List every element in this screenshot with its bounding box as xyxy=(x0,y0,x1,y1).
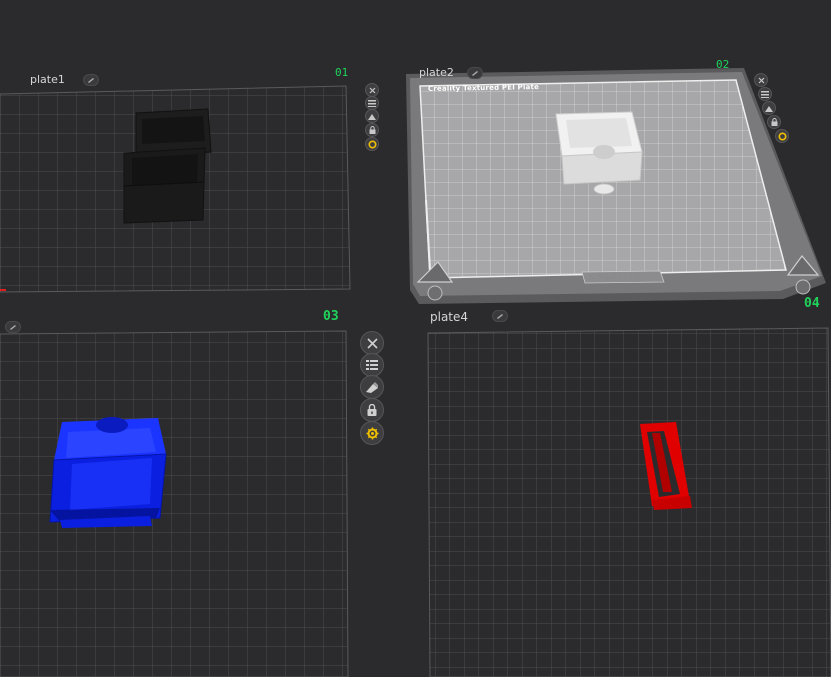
lock-icon[interactable] xyxy=(767,115,781,129)
lock-icon[interactable] xyxy=(360,398,384,422)
plate-1-object[interactable] xyxy=(123,108,212,224)
plate-4-grid xyxy=(428,328,831,677)
plate-4-name[interactable]: plate4 xyxy=(430,310,468,324)
plate-4-index: 04 xyxy=(804,296,820,311)
plate-3[interactable] xyxy=(0,330,349,677)
plate-3-edit-icon[interactable] xyxy=(5,321,21,333)
plate-3-object[interactable] xyxy=(49,417,167,528)
plate-4[interactable] xyxy=(427,327,831,677)
orient-icon[interactable] xyxy=(365,109,379,123)
close-icon[interactable] xyxy=(754,73,768,87)
close-icon[interactable] xyxy=(360,331,384,355)
plate-1-index: 01 xyxy=(335,66,349,79)
plates-viewport[interactable] xyxy=(0,0,831,677)
arrange-icon[interactable] xyxy=(758,87,772,101)
settings-gear-icon[interactable] xyxy=(365,137,379,151)
plate-2-bed-brand: CREALITY xyxy=(590,272,642,281)
orient-icon[interactable] xyxy=(360,375,384,399)
lock-icon[interactable] xyxy=(365,123,379,137)
arrange-icon[interactable] xyxy=(360,353,384,377)
close-icon[interactable] xyxy=(365,83,379,97)
plate-2-edit-icon[interactable] xyxy=(467,67,483,79)
plate-1-name[interactable]: plate1 xyxy=(30,73,65,86)
settings-gear-icon[interactable] xyxy=(775,129,789,143)
arrange-icon[interactable] xyxy=(365,96,379,110)
orient-icon[interactable] xyxy=(762,101,776,115)
plate-1-edit-icon[interactable] xyxy=(83,74,99,86)
plate-3-index: 03 xyxy=(323,309,339,324)
plate-2-name[interactable]: plate2 xyxy=(419,66,454,79)
settings-gear-icon[interactable] xyxy=(360,421,384,445)
plate-2-index: 02 xyxy=(716,58,730,71)
plate-1[interactable] xyxy=(0,85,351,293)
plate-4-edit-icon[interactable] xyxy=(492,310,508,322)
